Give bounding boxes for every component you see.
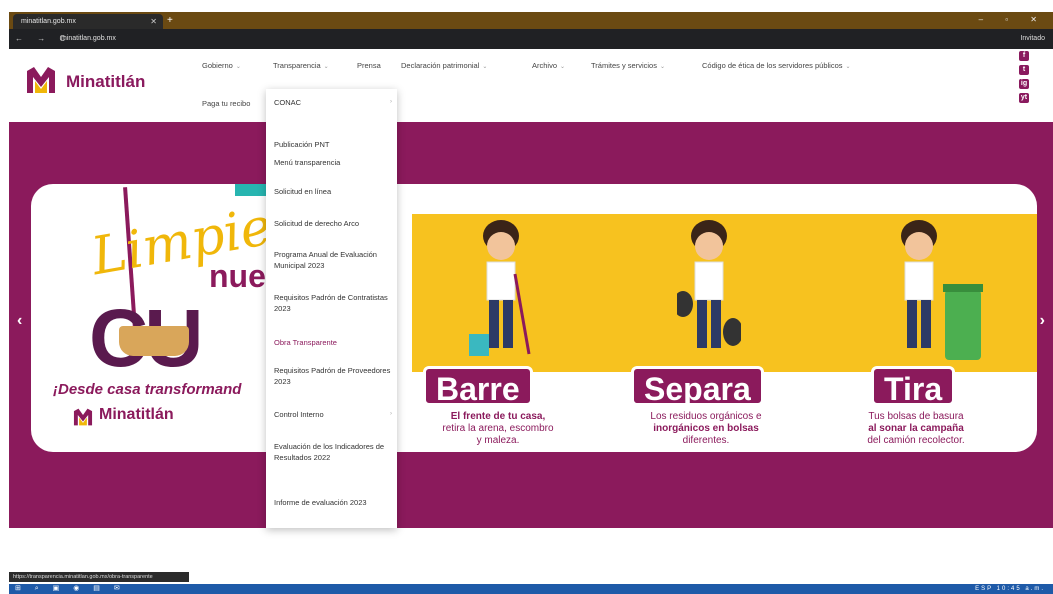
close-tab-icon[interactable]: ✕	[150, 14, 157, 29]
campaign-banner[interactable]: Limpie nue CU ¡Desde casa transformand M…	[31, 184, 1037, 452]
trash-bin-icon	[943, 284, 983, 360]
dropdown-item-solicitud-linea[interactable]: Solicitud en línea	[274, 186, 392, 197]
tab-bar: minatitlan.gob.mx ✕ + – ▫ ✕	[9, 12, 1053, 29]
broom-icon	[119, 326, 189, 356]
dropdown-item-control-interno[interactable]: Control Interno ›	[274, 409, 392, 420]
address-bar: ← → C minatitlan.gob.mx Invitado	[9, 29, 1053, 49]
menu-gobierno[interactable]: Gobierno ⌄	[202, 61, 241, 70]
action-title: Barre	[423, 366, 533, 407]
chevron-down-icon: ⌄	[482, 64, 488, 70]
chevron-down-icon: ⌄	[560, 64, 566, 70]
action-description: Tus bolsas de basura al sonar la campaña…	[867, 411, 965, 446]
browser-tab[interactable]: minatitlan.gob.mx ✕	[13, 14, 163, 29]
prev-slide-button[interactable]: ‹	[17, 312, 22, 330]
minatitlan-logo-icon	[27, 67, 55, 93]
chevron-down-icon: ⌄	[235, 64, 241, 70]
action-title: Tira	[871, 366, 956, 407]
action-tira: Tira Tus bolsas de basura al sonar la ca…	[831, 214, 1001, 452]
dropdown-item-publicacion-pnt[interactable]: Publicación PNT	[274, 139, 392, 150]
instagram-icon[interactable]: ig	[1019, 79, 1029, 89]
youtube-icon[interactable]: yt	[1019, 93, 1029, 103]
dropdown-item-solicitud-arco[interactable]: Solicitud de derecho Arco	[274, 218, 392, 229]
kid-trash-illustration	[901, 220, 937, 348]
chevron-down-icon: ⌄	[659, 64, 666, 70]
menu-prensa[interactable]: Prensa	[357, 61, 381, 70]
menu-paga-recibo[interactable]: Paga tu recibo	[202, 99, 250, 108]
transparencia-dropdown: CONAC › Publicación PNT Menú transparenci…	[266, 89, 397, 528]
kid-separating-illustration	[677, 220, 741, 348]
kid-sweeping-illustration	[469, 220, 531, 356]
dropdown-item-menu-transparencia[interactable]: Menú transparencia	[274, 157, 392, 168]
site-logo[interactable]: Minatitlán	[24, 63, 174, 97]
slogan-nue: nue	[209, 258, 266, 294]
social-links: f t ig yt	[1019, 51, 1033, 107]
dropdown-item-obra-transparente[interactable]: Obra Transparente	[274, 337, 392, 348]
banner-logo-text: Minatitlán	[99, 406, 174, 423]
facebook-icon[interactable]: f	[1019, 51, 1029, 61]
chevron-right-icon: ›	[390, 99, 392, 105]
tab-title: minatitlan.gob.mx	[21, 18, 76, 25]
window-top-frame	[0, 0, 1053, 12]
action-separa: Separa Los residuos orgánicos e inorgáni…	[621, 214, 791, 452]
dropdown-item-programa-anual[interactable]: Programa Anual de Evaluación Municipal 2…	[274, 249, 392, 271]
chevron-right-icon: ›	[390, 411, 392, 417]
menu-declaracion[interactable]: Declaración patrimonial ⌄	[401, 61, 487, 70]
slogan-line: ¡Desde casa transformand	[53, 381, 242, 398]
status-link-preview: https://transparencia.minatitlan.gob.mx/…	[9, 572, 189, 582]
action-description: El frente de tu casa, retira la arena, e…	[442, 411, 554, 446]
site-header: Minatitlán Gobierno ⌄ Transparencia ⌄ Pren…	[9, 49, 1053, 122]
dropdown-item-informe-evaluacion[interactable]: Informe de evaluación 2023	[274, 497, 392, 508]
dropdown-item-evaluacion-indicadores[interactable]: Evaluación de los Indicadores de Resulta…	[274, 441, 392, 463]
dropdown-item-padron-contratistas[interactable]: Requisitos Padrón de Contratistas 2023	[274, 292, 392, 314]
system-tray[interactable]: ESP 10:45 a.m.	[975, 585, 1045, 593]
url-field[interactable]: minatitlan.gob.mx	[61, 32, 116, 46]
action-title: Separa	[631, 366, 764, 407]
menu-codigo-etica[interactable]: Código de ética de los servidores públic…	[702, 61, 851, 70]
new-tab-button[interactable]: +	[167, 14, 173, 28]
dropdown-item-conac[interactable]: CONAC ›	[274, 97, 392, 108]
chevron-down-icon: ⌄	[323, 64, 329, 70]
chevron-down-icon: ⌄	[845, 64, 851, 70]
action-description: Los residuos orgánicos e inorgánicos en …	[650, 411, 762, 446]
logo-text: Minatitlán	[66, 72, 146, 91]
taskbar-app-icons[interactable]: ⊞ ⌕ ▣ ◉ ▤ ✉	[15, 585, 126, 593]
dropdown-item-padron-proveedores[interactable]: Requisitos Padrón de Proveedores 2023	[274, 365, 392, 387]
profile-button[interactable]: Invitado	[1020, 32, 1045, 46]
next-slide-button[interactable]: ›	[1040, 312, 1045, 330]
minatitlan-logo-icon	[73, 408, 93, 426]
os-taskbar: ⊞ ⌕ ▣ ◉ ▤ ✉ ESP 10:45 a.m.	[9, 584, 1053, 594]
hero-slider: Limpie nue CU ¡Desde casa transformand M…	[9, 122, 1053, 528]
twitter-icon[interactable]: t	[1019, 65, 1029, 75]
window-controls[interactable]: – ▫ ✕	[979, 13, 1047, 27]
menu-tramites[interactable]: Trámites y servicios ⌄	[591, 61, 665, 70]
menu-archivo[interactable]: Archivo ⌄	[532, 61, 565, 70]
menu-transparencia[interactable]: Transparencia ⌄	[273, 61, 329, 70]
action-barre: Barre El frente de tu casa, retira la ar…	[413, 214, 583, 452]
